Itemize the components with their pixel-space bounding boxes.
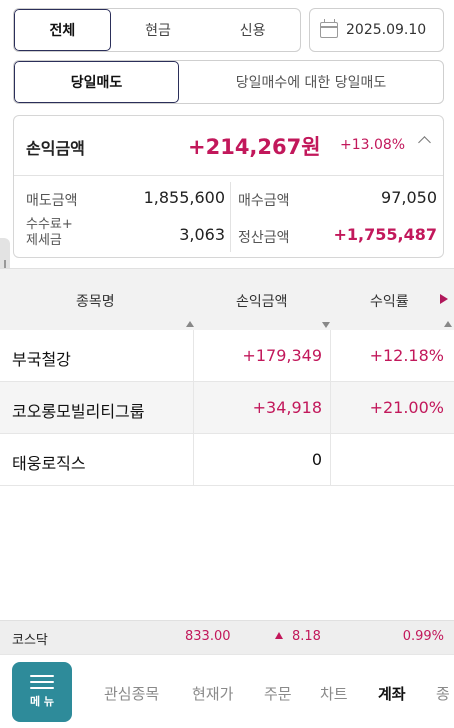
scroll-right-icon[interactable]	[440, 294, 448, 304]
sort-desc-icon	[322, 322, 330, 328]
table-row[interactable]: 부국철강 +179,349 +12.18%	[0, 330, 454, 382]
profit-value: +214,267원	[188, 135, 321, 159]
table-row[interactable]: 태웅로직스 0	[0, 434, 454, 486]
tab-same-day-sell[interactable]: 당일매도	[14, 61, 179, 103]
index-value: 833.00	[185, 629, 231, 644]
menu-label: 메 뉴	[29, 695, 55, 708]
trade-type-toggle: 당일매도 당일매수에 대한 당일매도	[13, 60, 444, 104]
date-value: 2025.09.10	[346, 22, 427, 38]
date-picker[interactable]: 2025.09.10	[309, 8, 444, 52]
stock-name: 태웅로직스	[12, 454, 86, 473]
nav-watchlist[interactable]: 관심종목	[104, 683, 159, 704]
up-arrow-icon	[275, 632, 283, 639]
fee-tax-label: 수수료+ 제세금	[26, 217, 73, 248]
profit-summary-header[interactable]: 손익금액 +214,267원 +13.08%	[14, 116, 443, 176]
hamburger-icon	[30, 675, 54, 689]
profit-label: 손익금액	[26, 139, 85, 158]
index-name: 코스닥	[12, 633, 48, 648]
chevron-up-icon[interactable]	[418, 136, 431, 149]
stock-profit: +179,349	[242, 346, 322, 365]
col-profit[interactable]: 손익금액	[236, 291, 288, 311]
stock-profit: 0	[311, 450, 322, 469]
menu-button[interactable]: 메 뉴	[12, 662, 72, 722]
settlement-value: +1,755,487	[333, 225, 438, 244]
table-row[interactable]: 코오롱모빌리티그룹 +34,918 +21.00%	[0, 382, 454, 434]
stock-name: 코오롱모빌리티그룹	[12, 402, 145, 421]
nav-current-price[interactable]: 현재가	[192, 683, 233, 704]
index-ticker[interactable]: 코스닥 833.00 8.18 0.99%	[0, 620, 454, 654]
segment-credit[interactable]: 신용	[205, 9, 300, 51]
buy-amount-label: 매수금액	[238, 193, 290, 209]
buy-amount-value: 97,050	[381, 188, 437, 207]
nav-more-partial[interactable]: 종	[436, 683, 450, 704]
segment-all[interactable]: 전체	[14, 9, 111, 51]
settlement-label: 정산금액	[238, 230, 290, 246]
sell-amount-value: 1,855,600	[143, 188, 225, 207]
table-header: 종목명 손익금액 수익률	[0, 268, 454, 330]
divider	[230, 182, 231, 252]
index-change: 8.18	[292, 629, 321, 644]
stock-name: 부국철강	[12, 350, 71, 369]
col-stock-name[interactable]: 종목명	[76, 291, 115, 311]
stock-return: +21.00%	[369, 398, 444, 417]
sort-asc-icon	[444, 321, 452, 327]
sort-asc-icon	[186, 321, 194, 327]
fee-tax-value: 3,063	[179, 225, 225, 244]
segment-cash[interactable]: 현금	[111, 9, 206, 51]
sell-amount-label: 매도금액	[26, 193, 78, 209]
nav-account[interactable]: 계좌	[378, 683, 406, 704]
col-return-rate[interactable]: 수익률	[370, 291, 409, 311]
stock-profit: +34,918	[252, 398, 322, 417]
profit-rate: +13.08%	[340, 137, 406, 153]
profit-summary-card: 손익금액 +214,267원 +13.08% 매도금액 1,855,600 매수…	[13, 115, 444, 258]
nav-order[interactable]: 주문	[264, 683, 292, 704]
stock-return: +12.18%	[369, 346, 444, 365]
nav-chart[interactable]: 차트	[320, 683, 348, 704]
index-change-rate: 0.99%	[402, 629, 444, 644]
account-type-segment: 전체 현금 신용	[13, 8, 301, 52]
bottom-nav: 메 뉴 관심종목 현재가 주문 차트 계좌 종	[0, 654, 454, 728]
calendar-icon	[320, 19, 338, 38]
tab-same-day-buy-sell[interactable]: 당일매수에 대한 당일매도	[179, 61, 443, 103]
